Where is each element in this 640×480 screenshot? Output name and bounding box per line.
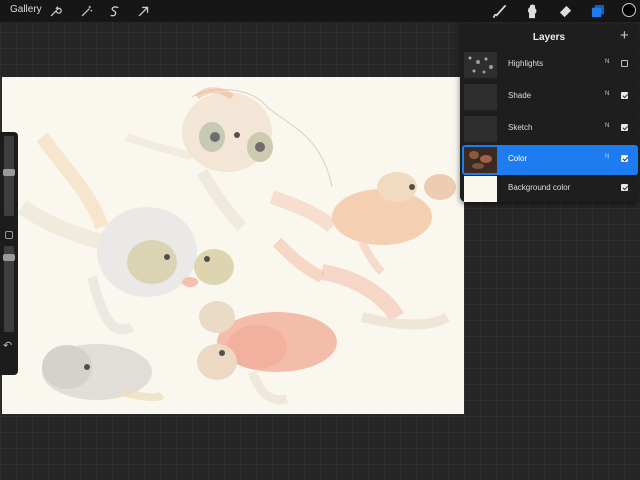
- transform-arrow-icon[interactable]: [135, 3, 151, 19]
- layer-visibility-checkbox[interactable]: [621, 124, 628, 131]
- layer-name: Sketch: [508, 123, 533, 132]
- top-toolbar: Gallery: [0, 0, 640, 22]
- layer-visibility-checkbox[interactable]: [621, 155, 628, 162]
- goldfish-artwork: [17, 87, 456, 405]
- color-picker-swatch[interactable]: [622, 3, 636, 17]
- brush-size-slider[interactable]: [4, 136, 14, 216]
- undo-icon[interactable]: ↶: [3, 339, 12, 352]
- layer-thumbnail: [464, 116, 497, 142]
- layer-row-shade[interactable]: Shade N: [462, 82, 638, 112]
- layers-icon[interactable]: [588, 2, 606, 20]
- selection-s-icon[interactable]: [106, 3, 122, 19]
- smudge-icon[interactable]: [523, 2, 541, 20]
- gallery-button[interactable]: Gallery: [10, 4, 42, 15]
- magic-wand-icon[interactable]: [78, 3, 94, 19]
- layers-panel-title: Layers: [532, 32, 566, 43]
- layer-thumbnail: [464, 52, 497, 78]
- layer-row-color[interactable]: Color N: [462, 145, 638, 175]
- layer-visibility-checkbox[interactable]: [621, 60, 628, 67]
- add-layer-button[interactable]: +: [620, 28, 629, 43]
- layer-row-sketch[interactable]: Sketch N: [462, 114, 638, 144]
- blend-mode-button[interactable]: N: [605, 59, 609, 65]
- layers-panel: Layers + Highlights N Shade N Sketch N C…: [460, 24, 638, 202]
- blend-mode-button[interactable]: N: [605, 123, 609, 129]
- layer-row-background-color[interactable]: Background color: [462, 174, 638, 204]
- modify-button[interactable]: [5, 231, 13, 239]
- brush-size-thumb[interactable]: [3, 169, 15, 176]
- layer-row-highlights[interactable]: Highlights N: [462, 50, 638, 80]
- layer-name: Shade: [508, 91, 532, 100]
- layer-thumbnail: [464, 84, 497, 110]
- layer-visibility-checkbox[interactable]: [621, 184, 628, 191]
- layer-name: Highlights: [508, 59, 544, 68]
- eraser-icon[interactable]: [556, 2, 574, 20]
- opacity-thumb[interactable]: [3, 254, 15, 261]
- drawing-canvas[interactable]: [2, 77, 464, 414]
- layer-thumbnail: [464, 176, 497, 202]
- layer-visibility-checkbox[interactable]: [621, 92, 628, 99]
- blend-mode-button[interactable]: N: [605, 154, 609, 160]
- wrench-icon[interactable]: [47, 3, 63, 19]
- blend-mode-button[interactable]: N: [605, 91, 609, 97]
- layer-name: Background color: [508, 183, 571, 192]
- layer-thumbnail: [464, 147, 497, 173]
- brush-icon[interactable]: [490, 2, 508, 20]
- left-sidebar: ↶: [0, 132, 18, 375]
- layer-name: Color: [508, 154, 528, 163]
